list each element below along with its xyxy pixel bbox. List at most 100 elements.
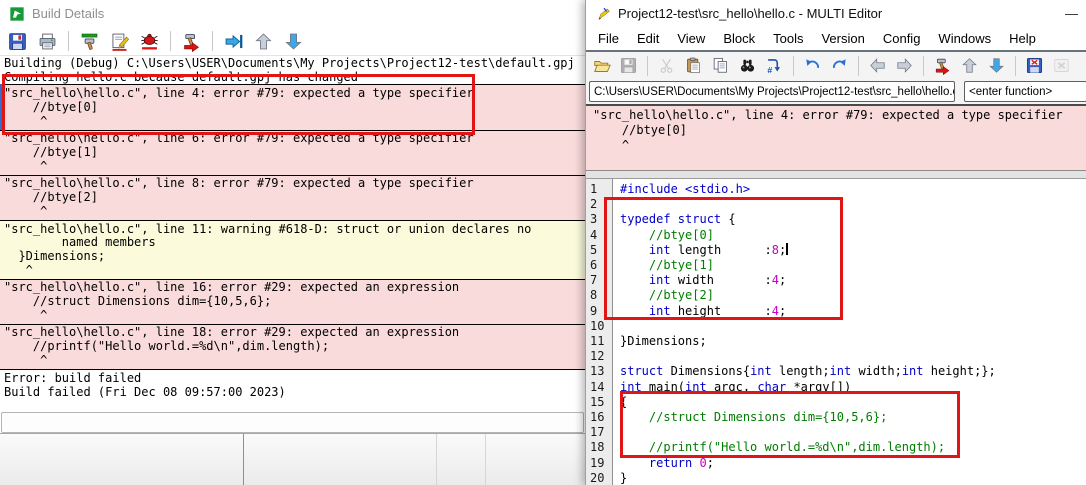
print-button[interactable] [35, 29, 60, 54]
code-editor[interactable]: 1#include <stdio.h>23typedef struct {4 /… [586, 179, 1086, 485]
code-line[interactable]: 11}Dimensions; [586, 334, 1086, 349]
code-line[interactable]: 7 int width :4; [586, 273, 1086, 288]
code-line[interactable]: 10 [586, 319, 1086, 334]
build-details-toolbar [0, 27, 585, 56]
error-block[interactable]: "src_hello\hello.c", line 6: error #79: … [0, 130, 585, 177]
warning-block[interactable]: "src_hello\hello.c", line 11: warning #6… [0, 220, 585, 280]
error-block[interactable]: "src_hello\hello.c", line 18: error #29:… [0, 324, 585, 371]
menu-help[interactable]: Help [1000, 29, 1045, 48]
code-text: return 0; [617, 456, 714, 471]
code-line[interactable]: 3typedef struct { [586, 212, 1086, 227]
code-token: int [750, 364, 772, 378]
minimize-button[interactable]: — [1062, 6, 1081, 21]
open-file-button[interactable] [590, 54, 613, 77]
menu-version[interactable]: Version [812, 29, 873, 48]
diagnostic-line: "src_hello\hello.c", line 6: error #79: … [0, 132, 585, 146]
code-line[interactable]: 8 //btye[2] [586, 288, 1086, 303]
menu-view[interactable]: View [668, 29, 714, 48]
menu-file[interactable]: File [589, 29, 628, 48]
save-button[interactable] [5, 29, 30, 54]
code-line[interactable]: 6 //btye[1] [586, 258, 1086, 273]
diagnostic-line: "src_hello\hello.c", line 11: warning #6… [0, 223, 585, 237]
edit-file-button[interactable] [107, 29, 132, 54]
line-number: 20 [586, 471, 617, 485]
menu-tools[interactable]: Tools [764, 29, 812, 48]
code-line[interactable]: 15{ [586, 395, 1086, 410]
editor-titlebar[interactable]: Project12-test\src_hello\hello.c - MULTI… [586, 0, 1086, 27]
rebuild-button[interactable] [931, 54, 954, 77]
code-line[interactable]: 1#include <stdio.h> [586, 182, 1086, 197]
code-token: int [620, 380, 642, 394]
diagnostic-line: "src_hello\hello.c", line 8: error #79: … [0, 177, 585, 191]
code-line[interactable]: 18 //printf("Hello world.=%d\n",dim.leng… [586, 440, 1086, 455]
build-details-window: Build Details Building (Debug) C:\Users\… [0, 0, 585, 485]
paste-button[interactable] [682, 54, 705, 77]
code-token: { [721, 212, 735, 226]
code-line[interactable]: 17 [586, 425, 1086, 440]
save-icon [7, 31, 28, 52]
code-line[interactable]: 19 return 0; [586, 456, 1086, 471]
debug-button[interactable] [137, 29, 162, 54]
code-token: }Dimensions; [620, 334, 707, 348]
build-button[interactable] [77, 29, 102, 54]
arrow-down-button[interactable] [281, 29, 306, 54]
code-token: ; [779, 273, 786, 287]
save-close-button[interactable] [1023, 54, 1046, 77]
save-button [617, 54, 640, 77]
ghs-app-icon [9, 6, 25, 22]
code-line[interactable]: 14int main(int argc, char *argv[]) [586, 380, 1086, 395]
horizontal-scrollbar[interactable] [1, 412, 584, 433]
code-token: 0 [700, 456, 707, 470]
arrow-up-button[interactable] [251, 29, 276, 54]
insert-cursor-button[interactable] [221, 29, 246, 54]
paste-icon [684, 56, 703, 75]
toolbar-separator [647, 56, 648, 76]
code-line[interactable]: 4 //btye[0] [586, 228, 1086, 243]
banner-divider [586, 171, 1086, 179]
banner-line: ^ [590, 138, 1086, 153]
code-line[interactable]: 16 //struct Dimensions dim={10,5,6}; [586, 410, 1086, 425]
find-button[interactable] [736, 54, 759, 77]
file-path-combobox[interactable]: C:\Users\USER\Documents\My Projects\Proj… [589, 81, 955, 102]
screen: Build Details Building (Debug) C:\Users\… [0, 0, 1086, 485]
code-text: { [617, 395, 627, 410]
code-line[interactable]: 13struct Dimensions{int length;int width… [586, 364, 1086, 379]
diagnostic-line: ^ [0, 264, 585, 278]
menu-block[interactable]: Block [714, 29, 764, 48]
code-text: //btye[1] [617, 258, 714, 273]
line-number: 15 [586, 395, 617, 410]
rebuild-icon [181, 31, 202, 52]
banner-line: "src_hello\hello.c", line 4: error #79: … [590, 108, 1086, 123]
arrow-down-button[interactable] [985, 54, 1008, 77]
goto-line-button[interactable] [763, 54, 786, 77]
code-line[interactable]: 2 [586, 197, 1086, 212]
menu-windows[interactable]: Windows [929, 29, 1000, 48]
diagnostic-line: //struct Dimensions dim={10,5,6}; [0, 295, 585, 309]
redo-button[interactable] [828, 54, 851, 77]
menu-edit[interactable]: Edit [628, 29, 668, 48]
arrow-up-button[interactable] [958, 54, 981, 77]
menu-config[interactable]: Config [874, 29, 930, 48]
copy-button[interactable] [709, 54, 732, 77]
build-details-titlebar[interactable]: Build Details [0, 0, 585, 27]
error-block[interactable]: "src_hello\hello.c", line 8: error #79: … [0, 175, 585, 222]
forward-button[interactable] [893, 54, 916, 77]
code-line[interactable]: 5 int length :8; [586, 243, 1086, 258]
code-line[interactable]: 20} [586, 471, 1086, 485]
back-button[interactable] [866, 54, 889, 77]
line-number: 13 [586, 364, 617, 379]
forward-icon [895, 56, 914, 75]
find-icon [738, 56, 757, 75]
code-line[interactable]: 12 [586, 349, 1086, 364]
code-line[interactable]: 9 int height :4; [586, 304, 1086, 319]
arrow-up-icon [960, 56, 979, 75]
rebuild-button[interactable] [179, 29, 204, 54]
error-block[interactable]: "src_hello\hello.c", line 4: error #79: … [0, 84, 585, 131]
error-block[interactable]: "src_hello\hello.c", line 16: error #29:… [0, 279, 585, 326]
cut-button [655, 54, 678, 77]
function-combobox[interactable]: <enter function> [964, 81, 1086, 102]
undo-button[interactable] [801, 54, 824, 77]
code-token: //btye[0] [620, 228, 714, 242]
code-token: typedef struct [620, 212, 721, 226]
open-file-icon [592, 56, 611, 75]
